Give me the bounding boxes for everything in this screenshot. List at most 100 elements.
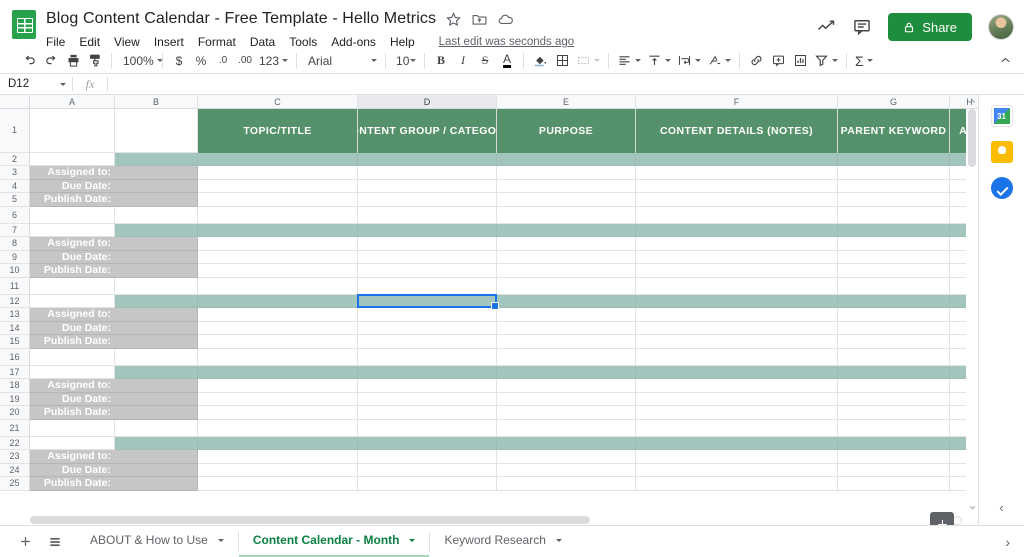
row-header-11[interactable]: 11	[0, 278, 30, 295]
cell[interactable]	[198, 308, 358, 322]
text-rotation-icon[interactable]	[704, 50, 734, 72]
cell[interactable]	[497, 379, 636, 393]
insert-link-icon[interactable]	[745, 50, 767, 72]
filter-icon[interactable]	[811, 50, 841, 72]
cell[interactable]	[636, 406, 838, 420]
row-label-cell[interactable]: Assigned to:	[30, 450, 115, 464]
cell[interactable]	[358, 153, 497, 166]
cell[interactable]	[838, 349, 950, 366]
cell[interactable]	[636, 180, 838, 193]
cell[interactable]	[497, 366, 636, 379]
cell[interactable]	[115, 366, 198, 379]
cell[interactable]	[838, 437, 950, 450]
row-label-cell[interactable]: Publish Date:	[30, 193, 115, 207]
horizontal-scrollbar[interactable]	[30, 514, 920, 525]
cell[interactable]	[115, 278, 198, 295]
expand-side-panel-button[interactable]: ‹	[999, 500, 1003, 515]
vertical-scrollbar[interactable]	[966, 109, 978, 511]
cell[interactable]	[497, 278, 636, 295]
cell[interactable]	[838, 295, 950, 308]
cell[interactable]	[636, 237, 838, 251]
currency-format-button[interactable]: $	[168, 50, 190, 72]
row-label-cell[interactable]: Assigned to:	[30, 237, 115, 251]
fill-color-icon[interactable]	[529, 50, 551, 72]
row-header-2[interactable]: 2	[0, 153, 30, 166]
row-header-4[interactable]: 4	[0, 180, 30, 193]
cell[interactable]	[115, 295, 198, 308]
cell[interactable]	[358, 420, 497, 437]
cell[interactable]	[838, 477, 950, 491]
undo-icon[interactable]	[18, 50, 40, 72]
sheet-tab-content-calendar-month[interactable]: Content Calendar - Month	[238, 525, 430, 557]
cell[interactable]	[198, 335, 358, 349]
cell[interactable]	[358, 207, 497, 224]
row-label-cell[interactable]: Assigned to:	[30, 379, 115, 393]
cell[interactable]	[115, 406, 198, 420]
cell[interactable]	[497, 207, 636, 224]
cell[interactable]	[115, 251, 198, 264]
cell[interactable]	[636, 153, 838, 166]
cell[interactable]	[198, 207, 358, 224]
cell[interactable]	[115, 437, 198, 450]
row-header-17[interactable]: 17	[0, 366, 30, 379]
cell[interactable]	[198, 437, 358, 450]
cell[interactable]	[838, 193, 950, 207]
column-header-d[interactable]: D	[358, 95, 497, 108]
cell[interactable]	[358, 450, 497, 464]
cell[interactable]	[198, 237, 358, 251]
name-box[interactable]: D12	[0, 74, 72, 94]
menu-item-view[interactable]: View	[114, 35, 140, 49]
cell[interactable]	[115, 180, 198, 193]
activity-trend-icon[interactable]	[816, 17, 836, 37]
cell[interactable]	[636, 193, 838, 207]
cell[interactable]	[838, 308, 950, 322]
cell[interactable]	[497, 393, 636, 406]
cell[interactable]	[358, 437, 497, 450]
cell[interactable]	[115, 349, 198, 366]
strikethrough-button[interactable]: S	[474, 50, 496, 72]
explore-button[interactable]	[930, 512, 954, 525]
cell[interactable]	[636, 437, 838, 450]
scroll-up-button[interactable]	[966, 95, 978, 107]
menu-item-format[interactable]: Format	[198, 35, 236, 49]
column-header-a[interactable]: A	[30, 95, 115, 108]
cell[interactable]	[30, 349, 115, 366]
cell[interactable]	[636, 166, 838, 180]
cell[interactable]	[497, 224, 636, 237]
row-header-5[interactable]: 5	[0, 193, 30, 207]
cell[interactable]	[198, 295, 358, 308]
cell[interactable]	[198, 349, 358, 366]
row-header-7[interactable]: 7	[0, 224, 30, 237]
cell[interactable]	[358, 193, 497, 207]
cell[interactable]	[636, 420, 838, 437]
cell[interactable]	[358, 464, 497, 477]
redo-icon[interactable]	[40, 50, 62, 72]
cell[interactable]	[198, 393, 358, 406]
cell[interactable]	[497, 437, 636, 450]
row-label-cell[interactable]: Publish Date:	[30, 335, 115, 349]
cell[interactable]	[198, 153, 358, 166]
cell[interactable]	[838, 450, 950, 464]
cell[interactable]	[358, 308, 497, 322]
cell[interactable]	[358, 166, 497, 180]
chevron-down-icon[interactable]	[409, 538, 416, 542]
column-title-cell[interactable]: PURPOSE	[497, 109, 636, 153]
row-header-16[interactable]: 16	[0, 349, 30, 366]
row-header-24[interactable]: 24	[0, 464, 30, 477]
cell[interactable]	[497, 166, 636, 180]
cell[interactable]	[358, 335, 497, 349]
row-label-cell[interactable]: Due Date:	[30, 251, 115, 264]
scroll-tabs-right-button[interactable]: ›	[1005, 534, 1024, 550]
cell[interactable]	[30, 224, 115, 237]
cell[interactable]	[198, 477, 358, 491]
borders-icon[interactable]	[551, 50, 573, 72]
cell[interactable]	[358, 295, 497, 308]
decrease-decimal-button[interactable]: .0	[212, 50, 234, 72]
avatar[interactable]	[988, 14, 1014, 40]
menu-item-insert[interactable]: Insert	[154, 35, 184, 49]
cell[interactable]	[636, 335, 838, 349]
cell[interactable]	[358, 224, 497, 237]
cell[interactable]	[838, 406, 950, 420]
functions-button[interactable]: Σ	[852, 50, 876, 72]
cell[interactable]	[636, 450, 838, 464]
